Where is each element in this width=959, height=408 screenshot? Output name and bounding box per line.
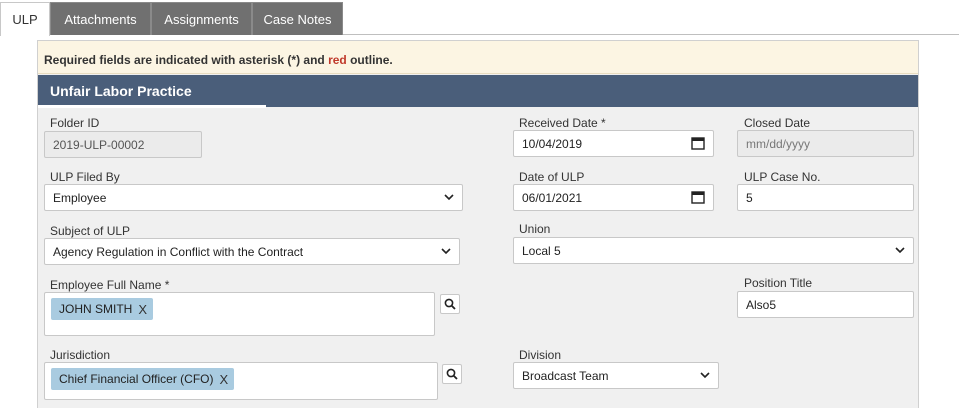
- jurisdiction-tag: Chief Financial Officer (CFO) X: [51, 368, 235, 390]
- ulp-filed-by-select[interactable]: Employee: [44, 184, 463, 211]
- employee-tag: JOHN SMITH X: [51, 298, 154, 320]
- ulp-filed-by-label: ULP Filed By: [50, 170, 120, 184]
- chevron-down-icon: [441, 248, 451, 255]
- calendar-icon[interactable]: [691, 190, 705, 204]
- ulp-case-no-input[interactable]: 5: [737, 184, 914, 211]
- notice-red-word: red: [328, 53, 347, 67]
- date-of-ulp-input[interactable]: 06/01/2021: [513, 184, 714, 211]
- employee-full-name-label: Employee Full Name *: [50, 278, 170, 292]
- tab-attachments[interactable]: Attachments: [50, 2, 151, 35]
- closed-date-input: mm/dd/yyyy: [737, 130, 914, 157]
- remove-employee-button[interactable]: X: [138, 302, 147, 317]
- jurisdiction-lookup-button[interactable]: [442, 364, 462, 384]
- date-of-ulp-label: Date of ULP: [519, 170, 585, 184]
- required-fields-notice: Required fields are indicated with aster…: [38, 41, 918, 74]
- ulp-case-no-label: ULP Case No.: [744, 170, 821, 184]
- folder-id-label: Folder ID: [50, 116, 100, 130]
- employee-full-name-field[interactable]: JOHN SMITH X: [44, 292, 435, 336]
- section-title: Unfair Labor Practice: [38, 75, 918, 107]
- notice-suffix: outline.: [346, 53, 393, 67]
- remove-jurisdiction-button[interactable]: X: [219, 372, 228, 387]
- union-label: Union: [519, 222, 551, 236]
- position-title-value: Also5: [746, 297, 777, 312]
- ulp-filed-by-value: Employee: [53, 190, 107, 205]
- received-date-value: 10/04/2019: [522, 136, 583, 151]
- subject-of-ulp-label: Subject of ULP: [50, 224, 131, 238]
- division-label: Division: [519, 348, 562, 362]
- tab-case-notes[interactable]: Case Notes: [252, 2, 343, 35]
- closed-date-label: Closed Date: [744, 116, 811, 130]
- jurisdiction-field[interactable]: Chief Financial Officer (CFO) X: [44, 362, 438, 400]
- subject-of-ulp-value: Agency Regulation in Conflict with the C…: [53, 244, 304, 259]
- tab-assignments[interactable]: Assignments: [151, 2, 252, 35]
- subject-of-ulp-select[interactable]: Agency Regulation in Conflict with the C…: [44, 238, 460, 265]
- received-date-input[interactable]: 10/04/2019: [513, 130, 714, 157]
- received-date-label: Received Date *: [519, 116, 606, 130]
- tab-ulp[interactable]: ULP: [0, 2, 50, 36]
- division-value: Broadcast Team: [522, 368, 609, 383]
- jurisdiction-tag-label: Chief Financial Officer (CFO): [59, 372, 214, 386]
- closed-date-placeholder: mm/dd/yyyy: [746, 136, 811, 151]
- folder-id-value: 2019-ULP-00002: [53, 137, 145, 152]
- calendar-icon[interactable]: [691, 136, 705, 150]
- ulp-case-no-value: 5: [746, 190, 753, 205]
- chevron-down-icon: [895, 247, 905, 254]
- employee-tag-label: JOHN SMITH: [59, 302, 133, 316]
- chevron-down-icon: [444, 194, 454, 201]
- chevron-down-icon: [700, 372, 710, 379]
- form-panel: Required fields are indicated with aster…: [37, 40, 919, 408]
- tab-bar: ULP Attachments Assignments Case Notes: [0, 0, 959, 36]
- search-icon: [444, 298, 456, 310]
- position-title-input[interactable]: Also5: [737, 291, 914, 318]
- division-select[interactable]: Broadcast Team: [513, 362, 719, 389]
- search-icon: [446, 368, 458, 380]
- employee-lookup-button[interactable]: [440, 294, 460, 314]
- union-select[interactable]: Local 5: [513, 237, 914, 264]
- date-of-ulp-value: 06/01/2021: [522, 190, 583, 205]
- notice-prefix: Required fields are indicated with aster…: [44, 53, 329, 67]
- folder-id-field: 2019-ULP-00002: [44, 131, 202, 158]
- section-underline: [38, 105, 266, 108]
- union-value: Local 5: [522, 243, 561, 258]
- position-title-label: Position Title: [744, 276, 813, 290]
- jurisdiction-label: Jurisdiction: [50, 348, 111, 362]
